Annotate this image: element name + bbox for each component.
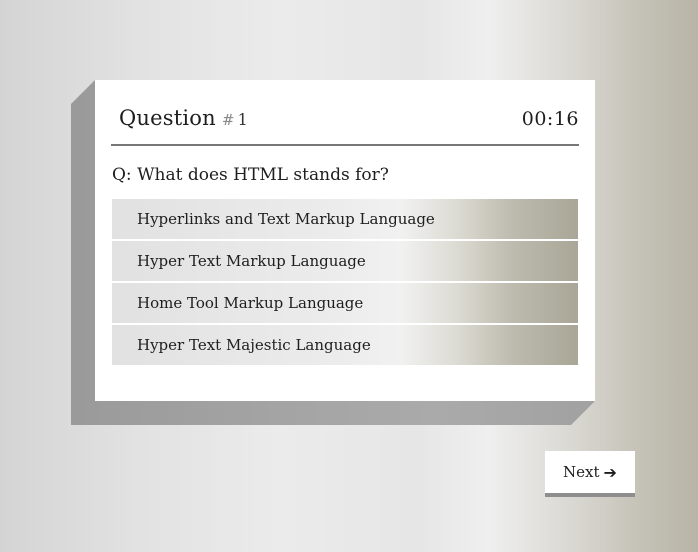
option-4[interactable]: Hyper Text Majestic Language <box>112 325 578 365</box>
option-1[interactable]: Hyperlinks and Text Markup Language <box>112 199 578 239</box>
option-2[interactable]: Hyper Text Markup Language <box>112 241 578 281</box>
option-3[interactable]: Home Tool Markup Language <box>112 283 578 323</box>
question-hash: # <box>221 111 235 129</box>
next-label: Next <box>563 463 600 481</box>
question-label: Question <box>119 106 216 130</box>
option-label: Hyper Text Markup Language <box>137 252 366 270</box>
quiz-card: Question #1 00:16 Q: What does HTML stand… <box>95 80 595 401</box>
option-label: Hyperlinks and Text Markup Language <box>137 210 435 228</box>
question-title: Question #1 <box>119 106 248 130</box>
options-list: Hyperlinks and Text Markup Language Hype… <box>112 199 578 367</box>
next-button[interactable]: Next ➔ <box>545 451 635 497</box>
timer: 00:16 <box>521 108 579 130</box>
option-label: Hyper Text Majestic Language <box>137 336 371 354</box>
quiz-header: Question #1 00:16 <box>111 104 579 146</box>
arrow-right-icon: ➔ <box>603 462 617 482</box>
question-text: Q: What does HTML stands for? <box>112 165 389 185</box>
question-number: 1 <box>237 110 249 129</box>
option-label: Home Tool Markup Language <box>137 294 364 312</box>
